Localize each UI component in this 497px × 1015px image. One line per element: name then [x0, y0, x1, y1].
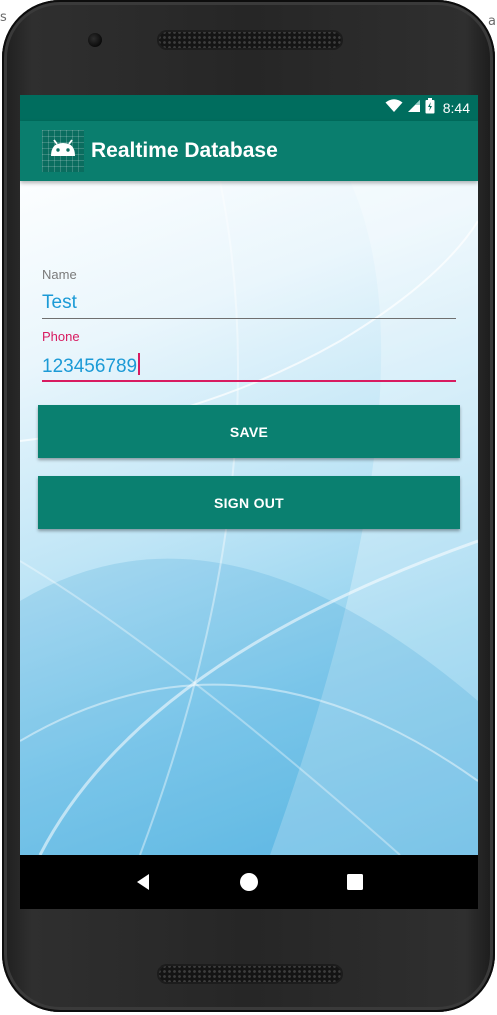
save-button[interactable]: SAVE — [38, 405, 460, 458]
wifi-icon — [385, 98, 403, 118]
battery-icon — [425, 97, 435, 119]
name-label: Name — [42, 267, 77, 282]
device-screen: 8:44 Realtime Database Name Test Phone 1… — [20, 95, 478, 909]
cell-signal-icon — [407, 99, 421, 118]
toolbar-title: Realtime Database — [91, 139, 278, 162]
bottom-speaker-grille — [157, 964, 343, 984]
page-fragment-left: s — [0, 10, 7, 25]
app-toolbar: Realtime Database — [20, 121, 478, 181]
text-cursor — [138, 353, 141, 375]
sign-out-button[interactable]: SIGN OUT — [38, 476, 460, 529]
phone-underline — [42, 380, 456, 382]
navigation-bar — [20, 855, 478, 909]
phone-field[interactable]: 123456789 — [42, 353, 141, 378]
main-content: Name Test Phone 123456789 SAVE SIGN OUT — [20, 181, 478, 855]
status-time: 8:44 — [442, 100, 470, 116]
name-field[interactable]: Test — [42, 292, 77, 314]
android-icon — [42, 130, 84, 172]
front-camera — [88, 33, 102, 47]
stage: s a 8:44 Realtime Database Name Test Pho… — [0, 0, 497, 1015]
home-icon[interactable] — [234, 867, 264, 897]
page-fragment-right: a — [488, 14, 496, 29]
recents-icon[interactable] — [340, 867, 370, 897]
status-bar: 8:44 — [20, 95, 478, 121]
back-icon[interactable] — [128, 867, 158, 897]
top-speaker-grille — [157, 30, 343, 50]
phone-label: Phone — [42, 329, 80, 344]
phone-value: 123456789 — [42, 356, 138, 377]
name-underline — [42, 318, 456, 319]
